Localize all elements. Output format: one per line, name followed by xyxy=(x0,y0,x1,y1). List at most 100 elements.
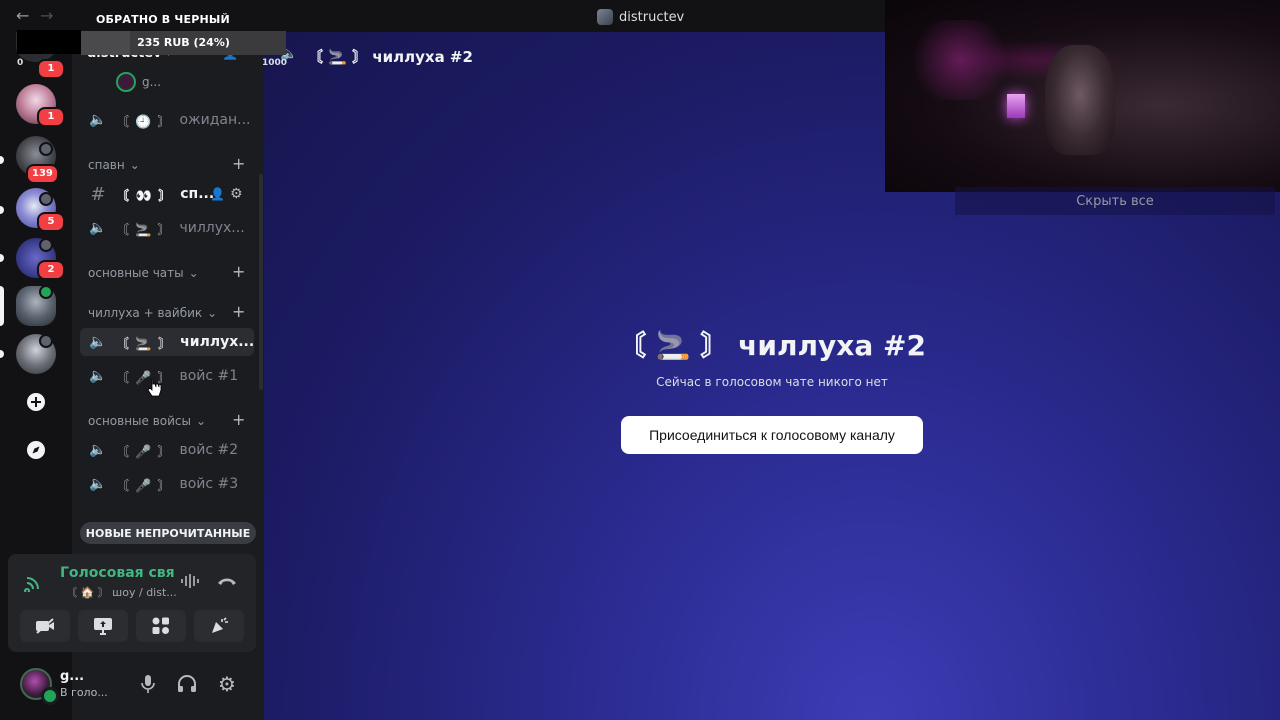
webcam-monitor xyxy=(1007,94,1025,118)
user-settings-button[interactable]: ⚙ xyxy=(215,672,239,696)
channel-name: войс #2 xyxy=(179,442,239,458)
category-main-chats[interactable]: основные чаты ⌄ xyxy=(88,266,199,280)
new-unreads-pill[interactable]: НОВЫЕ НЕПРОЧИТАННЫЕ xyxy=(80,522,256,544)
voice-status[interactable]: Голосовая связь xyxy=(60,565,175,581)
channel-emoji: 〘 🎤 〙 xyxy=(116,444,172,460)
channel-sp[interactable]: # 〘 👀 〙 сп... 👤 ⚙ xyxy=(80,180,254,208)
mouse-cursor-icon xyxy=(148,378,162,397)
donation-goal-title: ОБРАТНО В ЧЕРНЫЙ xyxy=(96,13,230,26)
channel-chill-1[interactable]: 🔈 〘 🚬 〙 чиллух... xyxy=(80,214,254,242)
voice-user-row[interactable]: g... xyxy=(116,72,161,92)
speaker-icon: 🔈 xyxy=(89,442,107,458)
screen-share-icon xyxy=(94,618,112,635)
donation-progress-bar: 235 RUB (24%) xyxy=(81,31,286,55)
unread-badge: 5 xyxy=(37,212,65,232)
microphone-icon xyxy=(141,675,155,693)
chevron-down-icon: ⌄ xyxy=(196,414,207,428)
activities-button[interactable] xyxy=(136,610,186,642)
channel-header-title: 〘 🚬 〙 чиллуха #2 xyxy=(308,47,473,66)
webcam-person xyxy=(1045,45,1115,155)
hash-icon: # xyxy=(90,183,106,205)
voice-channel-path[interactable]: 〘 🏠 〙 шоу / dist... xyxy=(66,584,177,600)
empty-voice-title: 〘 🚬 〙 чиллуха #2 xyxy=(618,329,926,362)
category-main-voices[interactable]: основные войсы ⌄ xyxy=(88,414,206,428)
forward-arrow-icon[interactable]: → xyxy=(40,6,53,25)
speaker-icon: 🔈 xyxy=(89,476,107,492)
add-channel-icon[interactable]: + xyxy=(232,410,245,429)
unread-pip xyxy=(0,206,4,214)
add-server-button[interactable] xyxy=(16,382,56,422)
voice-user-name: g... xyxy=(142,75,162,89)
unread-badge: 1 xyxy=(37,59,65,79)
add-channel-icon[interactable]: + xyxy=(232,262,245,281)
share-screen-button[interactable] xyxy=(78,610,128,642)
donation-progress-text: 235 RUB (24%) xyxy=(137,36,230,49)
stream-overlay-block xyxy=(17,30,81,54)
category-spawn[interactable]: спавн ⌄ xyxy=(88,158,140,172)
online-status-icon xyxy=(41,687,59,705)
channel-emoji: 〘 🕘 〙 xyxy=(116,114,172,130)
camera-off-icon xyxy=(36,618,54,634)
channel-name: чиллух... xyxy=(179,220,245,236)
channel-waiting[interactable]: 🔈 〘 🕘 〙 ожидан... xyxy=(80,106,254,134)
category-chill[interactable]: чиллуха + вайбик ⌄ xyxy=(88,306,217,320)
event-icon xyxy=(39,238,53,252)
window-title: distructev xyxy=(597,8,684,26)
add-channel-icon[interactable]: + xyxy=(232,302,245,321)
join-voice-button[interactable]: Присоединиться к голосовому каналу xyxy=(621,416,923,454)
discord-app: ← → distructev 1 1 139 5 2 g... 🔈 〘 🕘 〙 … xyxy=(0,0,1280,720)
add-channel-icon[interactable]: + xyxy=(232,154,245,173)
screen-share-icon xyxy=(39,142,53,156)
unread-pip xyxy=(0,156,4,164)
category-label: основные чаты xyxy=(88,266,184,280)
channel-voice-1[interactable]: 🔈 〘 🎤 〙 войс #1 xyxy=(80,362,254,390)
selected-pip xyxy=(0,286,4,326)
headphones-icon xyxy=(178,675,196,692)
compass-icon xyxy=(27,441,45,459)
channel-name: войс #1 xyxy=(179,368,239,384)
channel-emoji: 〘 👀 〙 xyxy=(116,188,173,204)
gear-icon[interactable]: ⚙ xyxy=(230,186,243,202)
mute-button[interactable] xyxy=(136,672,160,696)
window-title-text: distructev xyxy=(619,9,685,25)
plus-icon xyxy=(27,393,45,411)
sidebar-scrollbar[interactable] xyxy=(259,174,263,390)
back-arrow-icon[interactable]: ← xyxy=(16,6,29,25)
discover-button[interactable] xyxy=(16,430,56,470)
speaker-icon: 🔈 xyxy=(89,112,107,128)
category-label: спавн xyxy=(88,158,125,172)
channel-emoji: 〘 🚬 〙 xyxy=(116,222,172,238)
channel-emoji: 〘 🎤 〙 xyxy=(116,478,172,494)
chevron-down-icon: ⌄ xyxy=(188,266,199,280)
gear-icon: ⚙ xyxy=(218,672,236,696)
channel-emoji: 〘 🎤 〙 xyxy=(116,370,172,386)
speaker-icon: 🔈 xyxy=(89,220,107,236)
channel-header: 🔈 〘 🚬 〙 чиллуха #2 xyxy=(264,44,473,68)
unread-badge: 1 xyxy=(37,107,65,127)
channel-voice-3[interactable]: 🔈 〘 🎤 〙 войс #3 xyxy=(80,470,254,498)
category-label: основные войсы xyxy=(88,414,192,428)
soundboard-button[interactable] xyxy=(194,610,244,642)
user-name[interactable]: g... xyxy=(60,669,84,684)
unread-badge: 139 xyxy=(26,164,59,184)
unread-badge: 2 xyxy=(37,260,65,280)
overlay-count-left: 0 xyxy=(17,58,24,68)
screen-share-icon xyxy=(39,334,53,348)
webcam-overlay xyxy=(885,0,1280,192)
disconnect-icon[interactable] xyxy=(216,574,238,588)
channel-voice-2[interactable]: 🔈 〘 🎤 〙 войс #2 xyxy=(80,436,254,464)
avatar xyxy=(116,72,136,92)
channel-name: войс #3 xyxy=(179,476,239,492)
unread-pip xyxy=(0,254,4,262)
speaker-icon: 🔈 xyxy=(89,368,107,384)
voice-speaker-icon xyxy=(39,285,53,299)
add-member-icon[interactable]: 👤 xyxy=(210,187,225,201)
channel-chill-2-selected[interactable]: 🔈 〘 🚬 〙 чиллух... xyxy=(80,328,254,356)
camera-off-button[interactable] xyxy=(20,610,70,642)
noise-suppression-icon[interactable] xyxy=(180,573,202,589)
voice-connection-panel: Голосовая связь 〘 🏠 〙 шоу / dist... xyxy=(8,554,256,652)
signal-icon xyxy=(24,577,39,592)
deafen-button[interactable] xyxy=(175,672,199,696)
unread-pip xyxy=(0,350,4,358)
hide-all-button[interactable]: Скрыть все xyxy=(955,187,1275,215)
